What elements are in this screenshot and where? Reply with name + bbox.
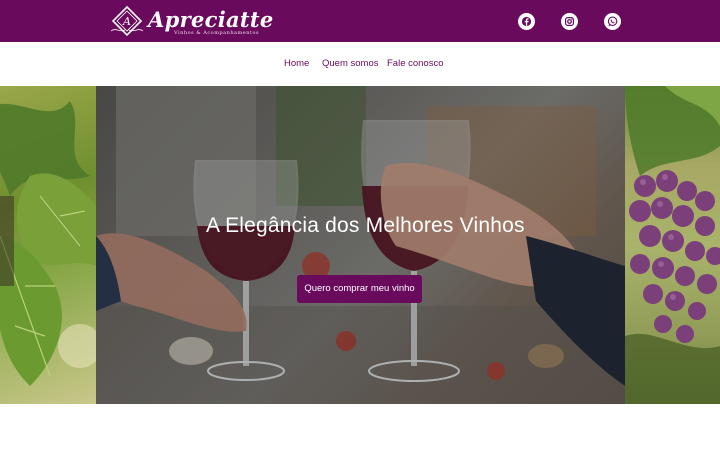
- nav-item-fale-conosco[interactable]: Fale conosco: [387, 58, 444, 69]
- hero-title: A Elegância dos Melhores Vinhos: [206, 214, 525, 237]
- vine-leaves-illustration: [0, 101, 96, 386]
- grape-cluster-illustration: [625, 86, 720, 404]
- instagram-icon: [564, 16, 575, 27]
- hero-banner: A Elegância dos Melhores Vinhos Quero co…: [0, 86, 720, 404]
- hero-overlay: [96, 86, 625, 404]
- svg-text:A: A: [122, 15, 131, 28]
- brand-tagline: Vinhos & Acompanhamentos: [174, 30, 260, 36]
- nav-item-quem-somos[interactable]: Quem somos: [322, 58, 379, 69]
- hero-image-vine-leaves: [0, 86, 96, 404]
- hero-image-grapes: [625, 86, 720, 404]
- buy-wine-button[interactable]: Quero comprar meu vinho: [297, 275, 422, 303]
- facebook-link[interactable]: [518, 13, 535, 30]
- top-bar: A Apreciatte Vinhos & Acompanhamentos: [0, 0, 720, 42]
- instagram-link[interactable]: [561, 13, 578, 30]
- whatsapp-icon: [607, 16, 618, 27]
- brand-logo[interactable]: A Apreciatte Vinhos & Acompanhamentos: [108, 5, 273, 37]
- logo-emblem-icon: A: [110, 5, 144, 37]
- whatsapp-link[interactable]: [604, 13, 621, 30]
- main-nav: Home Quem somos Fale conosco: [0, 42, 720, 86]
- brand-name: Apreciatte: [148, 7, 274, 32]
- facebook-icon: [521, 16, 532, 27]
- nav-item-home[interactable]: Home: [284, 58, 309, 69]
